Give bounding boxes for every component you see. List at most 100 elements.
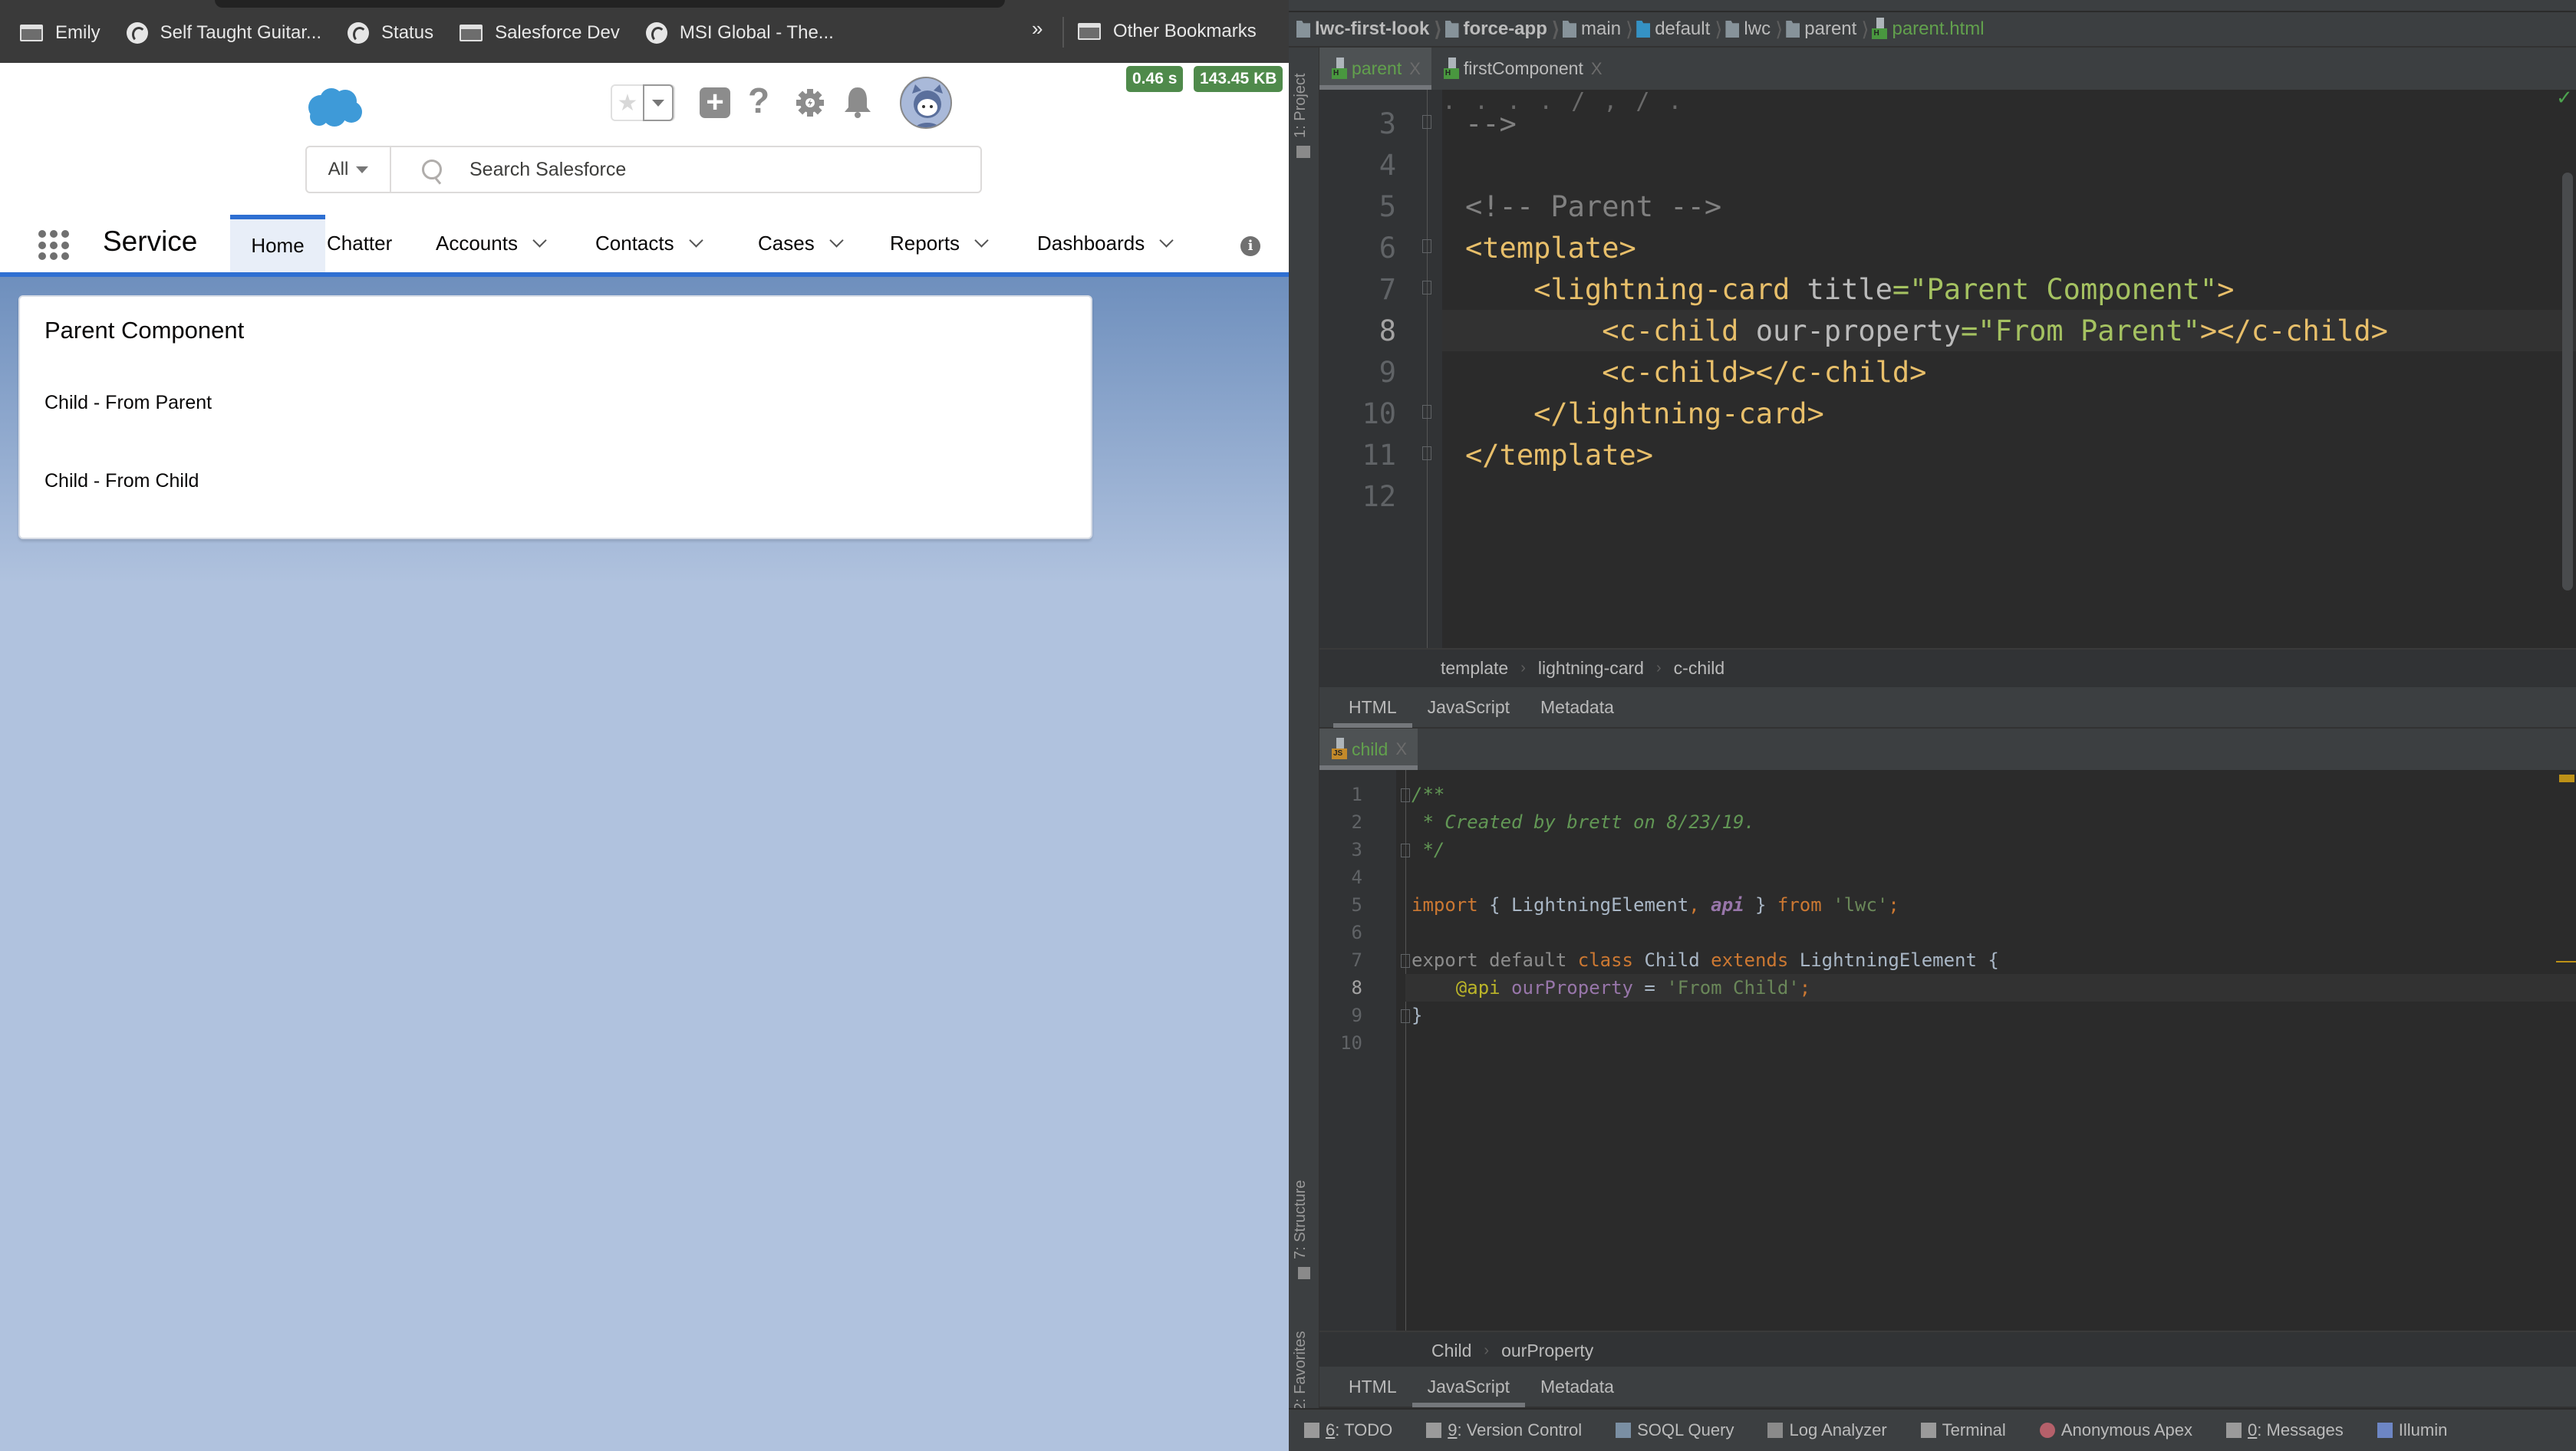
inspection-warning-marker[interactable] <box>2559 775 2574 782</box>
subtab-metadata[interactable]: Metadata <box>1525 1366 1629 1407</box>
tool-window-structure[interactable]: 7: Structure <box>1292 1180 1309 1259</box>
tool-window-anonymous-apex[interactable]: Anonymous Apex <box>2039 1420 2193 1440</box>
nav-item-cases[interactable]: Cases <box>758 215 873 272</box>
close-tab-icon[interactable]: X <box>1395 739 1407 759</box>
notifications-bell-icon[interactable] <box>842 86 873 120</box>
nav-item-contacts[interactable]: Contacts <box>595 215 746 272</box>
fold-marker-icon[interactable] <box>1422 115 1431 129</box>
search-scope-dropdown[interactable]: All <box>307 147 391 192</box>
fold-marker-icon[interactable] <box>1422 446 1431 460</box>
nav-item-chatter[interactable]: Chatter <box>327 215 427 272</box>
globe-icon <box>645 22 667 44</box>
fold-marker-icon[interactable] <box>1401 1009 1410 1023</box>
info-icon[interactable]: i <box>1240 236 1260 256</box>
bookmark-item[interactable]: Self Taught Guitar... <box>126 22 321 44</box>
nav-path-segment[interactable]: default ⟩ <box>1636 18 1722 41</box>
tab-parent[interactable]: parent X <box>1319 48 1431 90</box>
subtab-metadata[interactable]: Metadata <box>1525 686 1629 728</box>
tool-window-terminal[interactable]: Terminal <box>1920 1420 2006 1440</box>
tool-window-messages[interactable]: 0: Messages <box>2226 1420 2344 1440</box>
chevron-down-icon[interactable] <box>688 233 703 248</box>
tool-window-todo[interactable]: 6: TODO <box>1304 1420 1392 1440</box>
chevron-down-icon[interactable] <box>532 233 547 248</box>
breadcrumb-item[interactable]: lightning-card <box>1538 658 1644 679</box>
breadcrumb-item[interactable]: ourProperty <box>1501 1341 1593 1361</box>
html-editor[interactable]: ..../,/. 3 --> 4 5 <!-- Parent --> 6 <template… <box>1319 88 2576 648</box>
code-text: <lightning-card title="Parent Component"… <box>1465 273 2234 306</box>
user-avatar[interactable] <box>900 77 952 129</box>
mnemonic-key: 6 <box>1326 1420 1336 1439</box>
global-add-icon[interactable]: + <box>700 87 730 118</box>
nav-item-accounts[interactable]: Accounts <box>436 215 589 272</box>
folder-icon <box>20 25 43 41</box>
folder-icon <box>1636 21 1651 38</box>
bookmarks-overflow-button[interactable]: » <box>1032 17 1043 41</box>
help-icon[interactable]: ? <box>748 80 769 121</box>
tool-window-label: Anonymous Apex <box>2060 1420 2193 1439</box>
nav-path-segment[interactable]: lwc ⟩ <box>1725 18 1783 41</box>
tool-window-version-control[interactable]: 9: Version Control <box>1426 1420 1582 1440</box>
nav-item-dashboards[interactable]: Dashboards <box>1037 215 1214 272</box>
nav-path-segment[interactable]: force-app ⟩ <box>1444 18 1560 41</box>
tool-window-soql-query[interactable]: SOQL Query <box>1616 1420 1734 1440</box>
other-bookmarks[interactable]: Other Bookmarks <box>1078 0 1257 63</box>
code-token: export default <box>1412 949 1578 971</box>
nav-path-segment[interactable]: main ⟩ <box>1563 18 1633 41</box>
editor-scrollbar[interactable] <box>2562 173 2573 591</box>
fold-marker-icon[interactable] <box>1401 844 1410 857</box>
tool-window-project[interactable]: 1: Project <box>1292 74 1309 138</box>
search-input[interactable] <box>469 158 899 181</box>
salesforce-logo[interactable] <box>305 86 364 127</box>
app-launcher-icon[interactable] <box>38 230 69 261</box>
code-token: our-property <box>1755 314 1962 347</box>
fold-marker-icon[interactable] <box>1422 239 1431 253</box>
favorites-star-icon[interactable]: ★ <box>612 86 643 120</box>
favorites-dropdown-button[interactable] <box>643 84 674 121</box>
fold-marker-icon[interactable] <box>1401 788 1410 802</box>
tool-window-log-analyzer[interactable]: Log Analyzer <box>1767 1420 1887 1440</box>
log-analyzer-icon <box>1767 1423 1784 1438</box>
close-tab-icon[interactable]: X <box>1409 59 1421 79</box>
subtab-html[interactable]: HTML <box>1333 1366 1412 1407</box>
close-tab-icon[interactable]: X <box>1591 59 1603 79</box>
js-editor[interactable]: 1 /** 2 * Created by brett on 8/23/19. 3 */… <box>1319 770 2576 1331</box>
fold-marker-icon[interactable] <box>1401 954 1410 968</box>
tool-window-illuminated-cloud[interactable]: Illumin <box>2377 1420 2447 1440</box>
bookmark-item[interactable]: Emily <box>20 22 100 44</box>
warning-stripe-marker[interactable] <box>2556 961 2576 962</box>
nav-path-segment[interactable]: parent ⟩ <box>1786 18 1869 41</box>
tab-child[interactable]: child X <box>1319 729 1418 770</box>
todo-icon <box>1304 1423 1319 1438</box>
code-token: * Created by brett on 8/23/19. <box>1412 811 1755 833</box>
setup-gear-icon[interactable] <box>795 87 825 118</box>
code-token: <c-child></c-child> <box>1465 356 1927 389</box>
tool-window-label: Log Analyzer <box>1789 1420 1887 1439</box>
chevron-down-icon[interactable] <box>1159 233 1174 248</box>
code-token: class <box>1577 949 1633 971</box>
nav-file[interactable]: parent.html <box>1872 18 1985 41</box>
nav-item-reports[interactable]: Reports <box>890 215 1022 272</box>
subtab-html[interactable]: HTML <box>1333 686 1412 728</box>
folder-icon <box>460 25 483 41</box>
fold-marker-icon[interactable] <box>1422 281 1431 294</box>
nav-item-home[interactable]: Home <box>230 215 325 272</box>
globe-icon <box>126 22 148 44</box>
fold-marker-icon[interactable] <box>1422 405 1431 419</box>
bookmark-item[interactable]: Salesforce Dev <box>460 22 620 44</box>
subtab-javascript[interactable]: JavaScript <box>1412 1366 1526 1407</box>
chevron-down-icon[interactable] <box>829 233 844 248</box>
bookmark-item[interactable]: Status <box>348 22 433 44</box>
breadcrumb-item[interactable]: c-child <box>1674 658 1724 679</box>
folder-icon <box>1444 21 1459 38</box>
breadcrumb-item[interactable]: Child <box>1431 1341 1471 1361</box>
chevron-down-icon[interactable] <box>974 233 989 248</box>
nav-path-segment[interactable]: lwc-first-look ⟩ <box>1296 18 1442 41</box>
breadcrumb-item[interactable]: template <box>1441 658 1508 679</box>
bookmark-item[interactable]: MSI Global - The... <box>645 22 834 44</box>
tool-window-favorites[interactable]: 2: Favorites <box>1292 1331 1309 1411</box>
tab-firstComponent[interactable]: firstComponent X <box>1431 48 1613 90</box>
mnemonic-key: 0 <box>2248 1420 2258 1439</box>
subtab-javascript[interactable]: JavaScript <box>1412 686 1525 728</box>
